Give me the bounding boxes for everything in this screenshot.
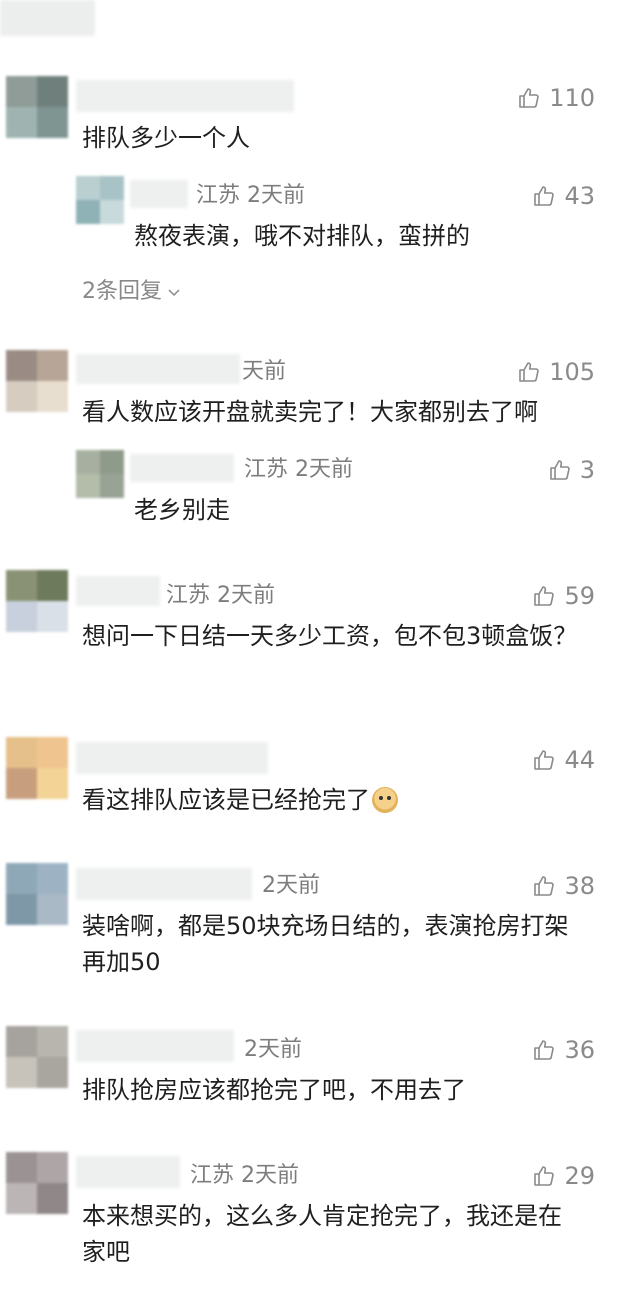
like-count: 38 [564, 872, 595, 900]
comment-text: 看这排队应该是已经抢完了 [82, 782, 582, 818]
like-count: 29 [564, 1162, 595, 1190]
comment-text: 看人数应该开盘就卖完了！大家都别去了啊 [82, 398, 538, 426]
like-count: 110 [549, 84, 595, 112]
comment-meta: 2天前 [262, 873, 320, 898]
username-redacted[interactable] [130, 180, 188, 208]
avatar[interactable] [6, 1152, 68, 1214]
like-button[interactable]: 105 [517, 358, 595, 386]
avatar[interactable] [76, 176, 124, 224]
username-redacted[interactable] [76, 868, 252, 900]
reply-text: 熬夜表演，哦不对排队，蛮拼的 [134, 222, 470, 250]
thumbs-up-icon [534, 1040, 555, 1060]
thumbs-up-icon [534, 750, 555, 770]
dog-emoji-icon [372, 787, 398, 813]
like-count: 59 [564, 582, 595, 610]
like-button[interactable]: 44 [532, 746, 595, 774]
username-redacted[interactable] [130, 454, 234, 482]
username-redacted[interactable] [76, 80, 294, 112]
more-replies-link[interactable]: 2条回复 [82, 278, 182, 306]
thumbs-up-icon [519, 88, 539, 108]
username-redacted[interactable] [76, 742, 268, 774]
reply-text: 老乡别走 [134, 496, 230, 524]
avatar[interactable] [6, 76, 68, 138]
comment-text: 装啥啊，都是50块充场日结的，表演抢房打架再加50 [82, 912, 569, 976]
like-count: 3 [579, 456, 595, 484]
username-redacted[interactable] [76, 1156, 180, 1188]
like-count: 44 [564, 746, 595, 774]
comment-text: 排队抢房应该都抢完了吧，不用去了 [82, 1076, 466, 1104]
comment-meta: 江苏 2天前 [244, 457, 353, 482]
comment-text: 本来想买的，这么多人肯定抢完了，我还是在家吧 [82, 1202, 562, 1266]
avatar[interactable] [6, 570, 68, 632]
avatar[interactable] [6, 350, 68, 412]
like-button[interactable]: 59 [532, 582, 595, 610]
comment-meta: 江苏 2天前 [166, 583, 275, 608]
avatar[interactable] [6, 863, 68, 925]
more-replies-label: 2条回复 [82, 279, 162, 304]
username-redacted[interactable] [76, 1030, 234, 1062]
username-redacted[interactable] [76, 576, 160, 606]
comment-meta: 2天前 [244, 1037, 302, 1062]
comment-meta: 江苏 2天前 [190, 1163, 299, 1188]
comment-meta: 江苏 2天前 [196, 183, 305, 208]
like-button[interactable]: 3 [548, 456, 595, 484]
comment-text: 排队多少一个人 [82, 124, 250, 152]
comment-text-body: 看这排队应该是已经抢完了 [82, 786, 370, 814]
cropped-previous-item [0, 0, 95, 36]
avatar[interactable] [6, 737, 68, 799]
thumbs-up-icon [534, 1166, 555, 1186]
like-count: 43 [564, 182, 595, 210]
like-count: 36 [564, 1036, 595, 1064]
thumbs-up-icon [519, 362, 539, 382]
avatar[interactable] [6, 1026, 68, 1088]
thumbs-up-icon [534, 876, 555, 896]
like-button[interactable]: 29 [532, 1162, 595, 1190]
username-redacted[interactable] [76, 354, 240, 384]
like-button[interactable]: 110 [517, 84, 595, 112]
chevron-down-icon [168, 289, 180, 297]
like-count: 105 [549, 358, 595, 386]
like-button[interactable]: 36 [532, 1036, 595, 1064]
avatar[interactable] [76, 450, 124, 498]
comment-meta: 天前 [242, 359, 287, 384]
thumbs-up-icon [534, 586, 555, 606]
like-button[interactable]: 38 [532, 872, 595, 900]
comment-text: 想问一下日结一天多少工资，包不包3顿盒饭？ [82, 622, 578, 650]
thumbs-up-icon [534, 186, 555, 206]
like-button[interactable]: 43 [532, 182, 595, 210]
thumbs-up-icon [549, 460, 570, 480]
